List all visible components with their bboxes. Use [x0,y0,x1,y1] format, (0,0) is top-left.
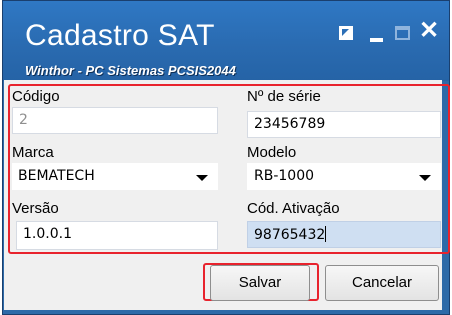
title-bar[interactable]: Cadastro SAT Winthor - PC Sistemas PCSIS… [3,1,449,81]
serie-label: Nº de série [247,88,321,105]
marca-select[interactable]: BEMATECH [12,163,218,190]
codigo-label: Código [12,88,60,105]
modelo-select-value: RB-1000 [254,168,315,184]
maximize-icon[interactable] [392,23,414,45]
window-subtitle: Winthor - PC Sistemas PCSIS2044 [25,63,236,78]
modelo-label: Modelo [247,144,297,161]
restore-icon-fill [339,26,352,39]
restore-icon[interactable] [336,23,358,45]
minimize-icon[interactable] [367,23,389,45]
codigo-field[interactable]: 2 [12,107,218,134]
versao-label: Versão [12,200,59,217]
serie-field[interactable]: 23456789 [247,111,441,138]
marca-label: Marca [12,144,54,161]
ativacao-field[interactable]: 98765432 [247,221,441,248]
close-icon[interactable]: ✕ [417,19,441,43]
text-caret [325,226,327,242]
versao-field[interactable]: 1.0.0.1 [16,221,218,250]
chevron-down-icon[interactable] [419,175,431,181]
cancel-button[interactable]: Cancelar [325,265,439,301]
chevron-down-icon[interactable] [196,175,208,181]
save-button[interactable]: Salvar [210,265,310,301]
modelo-select[interactable]: RB-1000 [247,163,441,190]
marca-select-value: BEMATECH [18,168,95,184]
ativacao-label: Cód. Ativação [247,200,340,217]
window-title: Cadastro SAT [25,19,215,52]
minimize-icon-bar [370,38,383,42]
ativacao-value: 98765432 [254,227,326,243]
maximize-icon-box [395,26,410,40]
